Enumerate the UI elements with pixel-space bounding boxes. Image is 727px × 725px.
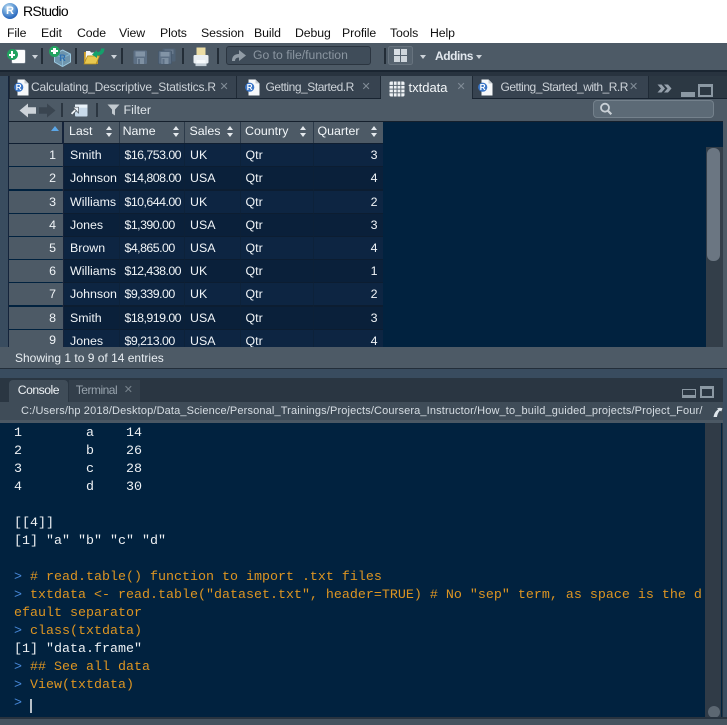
svg-text:R: R bbox=[247, 83, 253, 92]
svg-text:R: R bbox=[479, 83, 485, 92]
svg-text:R: R bbox=[15, 83, 21, 92]
svg-text:R: R bbox=[59, 53, 66, 63]
